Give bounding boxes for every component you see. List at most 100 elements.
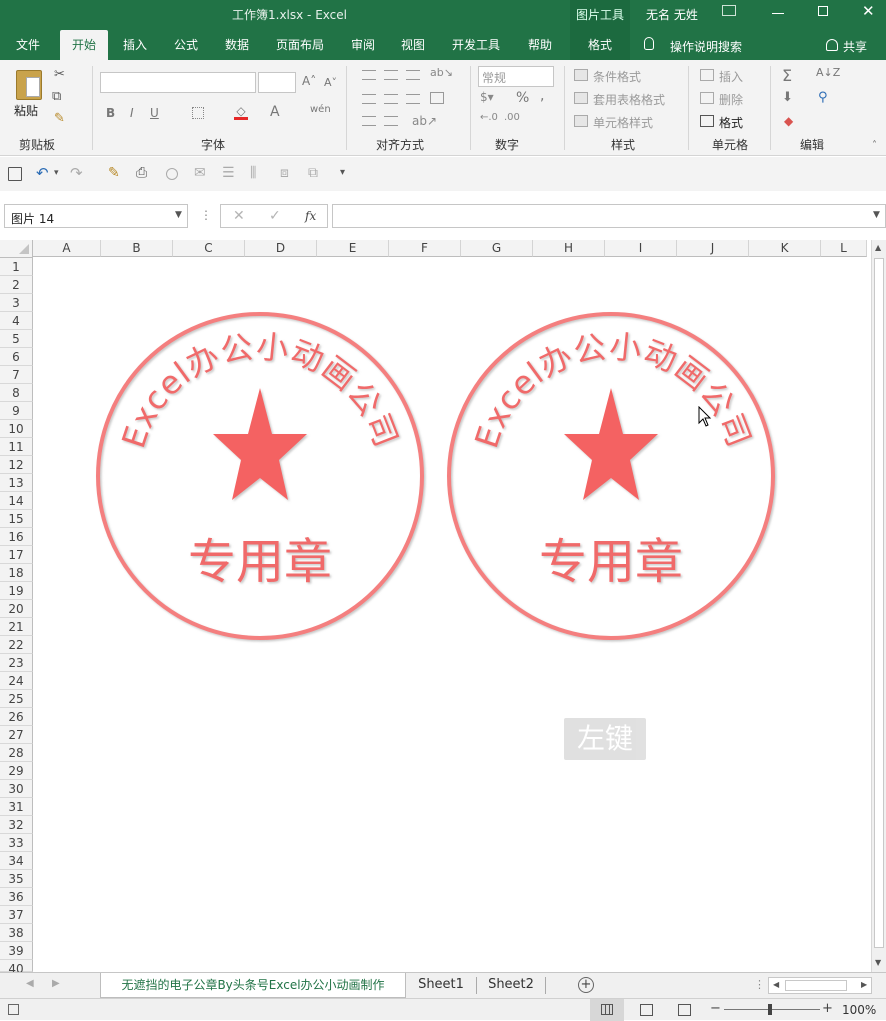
- comment-icon[interactable]: ✉: [194, 165, 206, 181]
- fill-color-icon[interactable]: ◇: [234, 104, 248, 120]
- font-color-icon[interactable]: A: [270, 104, 280, 120]
- row-header[interactable]: 28: [0, 744, 33, 762]
- vertical-scrollbar[interactable]: ▲ ▼: [871, 240, 886, 972]
- chevron-down-icon[interactable]: ▼: [175, 210, 182, 220]
- text-direction-icon[interactable]: ab↗: [412, 114, 437, 128]
- row-header[interactable]: 1: [0, 258, 33, 276]
- tab-developer[interactable]: 开发工具: [444, 30, 508, 60]
- row-header[interactable]: 10: [0, 420, 33, 438]
- row-header[interactable]: 13: [0, 474, 33, 492]
- format-painter-icon[interactable]: ✎: [54, 112, 65, 126]
- page-break-view-icon[interactable]: [678, 1004, 691, 1016]
- row-header[interactable]: 27: [0, 726, 33, 744]
- row-header[interactable]: 18: [0, 564, 33, 582]
- decrease-decimal-icon[interactable]: .00: [504, 112, 520, 123]
- tab-review[interactable]: 审阅: [342, 30, 384, 60]
- select-all-corner[interactable]: [0, 240, 33, 258]
- column-header[interactable]: I: [605, 240, 677, 257]
- fill-icon[interactable]: ⬇: [782, 90, 793, 105]
- orientation-icon[interactable]: ab↘: [430, 66, 453, 79]
- bold-icon[interactable]: B: [106, 106, 115, 120]
- row-header[interactable]: 7: [0, 366, 33, 384]
- horizontal-scroll-thumb[interactable]: [785, 980, 847, 991]
- minimize-icon[interactable]: [772, 13, 784, 14]
- undo-dropdown-icon[interactable]: ▾: [54, 168, 59, 178]
- sort-filter-icon[interactable]: A↓Z: [816, 66, 840, 79]
- phonetic-icon[interactable]: wén: [310, 104, 331, 115]
- column-header[interactable]: C: [173, 240, 245, 257]
- row-header[interactable]: 19: [0, 582, 33, 600]
- font-size-combo[interactable]: [258, 72, 296, 93]
- delete-cells-button[interactable]: 删除: [719, 91, 743, 108]
- row-header[interactable]: 16: [0, 528, 33, 546]
- row-header[interactable]: 23: [0, 654, 33, 672]
- cut-icon[interactable]: ✂: [54, 68, 65, 82]
- row-header[interactable]: 37: [0, 906, 33, 924]
- user-name[interactable]: 无名 无姓: [646, 6, 698, 23]
- align-right-icon[interactable]: [406, 94, 420, 104]
- column-header[interactable]: A: [33, 240, 101, 257]
- row-header[interactable]: 25: [0, 690, 33, 708]
- format-cells-icon[interactable]: [700, 115, 714, 127]
- stamp-right[interactable]: Excel办公小动画公司 专用章: [445, 310, 781, 646]
- tab-formulas[interactable]: 公式: [166, 30, 206, 60]
- align-center-icon[interactable]: [384, 94, 398, 104]
- currency-icon[interactable]: $▾: [480, 90, 494, 104]
- scroll-up-icon[interactable]: ▲: [875, 243, 881, 252]
- number-format-combo[interactable]: 常规: [478, 66, 554, 87]
- scroll-right-icon[interactable]: ▶: [861, 980, 867, 989]
- row-header[interactable]: 14: [0, 492, 33, 510]
- row-header[interactable]: 9: [0, 402, 33, 420]
- column-header[interactable]: H: [533, 240, 605, 257]
- row-header[interactable]: 20: [0, 600, 33, 618]
- row-header[interactable]: 4: [0, 312, 33, 330]
- stamp-left[interactable]: Excel办公小动画公司 专用章: [92, 310, 428, 646]
- row-header[interactable]: 39: [0, 942, 33, 960]
- align-middle-icon[interactable]: [384, 70, 398, 80]
- formula-input[interactable]: ▼: [332, 204, 886, 228]
- row-header[interactable]: 40: [0, 960, 33, 976]
- worksheet-grid[interactable]: ABCDEFGHIJKL 1 2 3 4 5 6 7 8 9 10 11 12 13 14 15 16 17 18…: [0, 240, 886, 976]
- sheet-tab-active[interactable]: 无遮挡的电子公章By头条号Excel办公小动画制作: [100, 973, 406, 998]
- column-header[interactable]: K: [749, 240, 821, 257]
- autosum-icon[interactable]: Σ: [782, 66, 792, 85]
- row-header[interactable]: 15: [0, 510, 33, 528]
- ribbon-display-icon[interactable]: [722, 5, 736, 16]
- collapse-ribbon-icon[interactable]: ˄: [872, 140, 877, 151]
- conditional-format-icon[interactable]: [574, 69, 588, 81]
- macro-record-icon[interactable]: [8, 1004, 19, 1015]
- insert-function-icon[interactable]: fx: [305, 209, 316, 223]
- name-box[interactable]: 图片 14 ▼: [4, 204, 188, 228]
- group-qat-icon[interactable]: ⧈: [280, 165, 289, 181]
- row-header[interactable]: 6: [0, 348, 33, 366]
- column-header[interactable]: G: [461, 240, 533, 257]
- save-icon[interactable]: [8, 167, 22, 181]
- tab-help[interactable]: 帮助: [518, 30, 562, 60]
- redo-icon[interactable]: ↷: [70, 164, 83, 182]
- next-sheet-icon[interactable]: ▶: [52, 978, 60, 989]
- comma-icon[interactable]: ,: [540, 88, 544, 104]
- maximize-icon[interactable]: [818, 6, 828, 16]
- row-header[interactable]: 2: [0, 276, 33, 294]
- cell-styles-button[interactable]: 单元格样式: [593, 114, 653, 131]
- align-top-icon[interactable]: [362, 70, 376, 80]
- print-preview-icon[interactable]: ⎙: [136, 165, 147, 181]
- underline-icon[interactable]: U: [150, 106, 159, 120]
- shrink-font-icon[interactable]: A˅: [324, 76, 337, 89]
- tab-data[interactable]: 数据: [216, 30, 258, 60]
- column-header[interactable]: B: [101, 240, 173, 257]
- row-header[interactable]: 24: [0, 672, 33, 690]
- row-header[interactable]: 35: [0, 870, 33, 888]
- sheet-tab-sheet2[interactable]: Sheet2: [478, 973, 544, 998]
- row-header[interactable]: 8: [0, 384, 33, 402]
- sheet-tab-sheet1[interactable]: Sheet1: [408, 973, 474, 998]
- tab-page-layout[interactable]: 页面布局: [268, 30, 332, 60]
- row-header[interactable]: 17: [0, 546, 33, 564]
- format-cells-button[interactable]: 格式: [719, 114, 743, 131]
- shape-icon[interactable]: [166, 168, 178, 180]
- row-header[interactable]: 5: [0, 330, 33, 348]
- copy-icon[interactable]: ⧉: [52, 90, 61, 104]
- tab-home[interactable]: 开始: [60, 30, 108, 60]
- clear-icon[interactable]: ◆: [784, 114, 793, 128]
- insert-cells-button[interactable]: 插入: [719, 68, 743, 85]
